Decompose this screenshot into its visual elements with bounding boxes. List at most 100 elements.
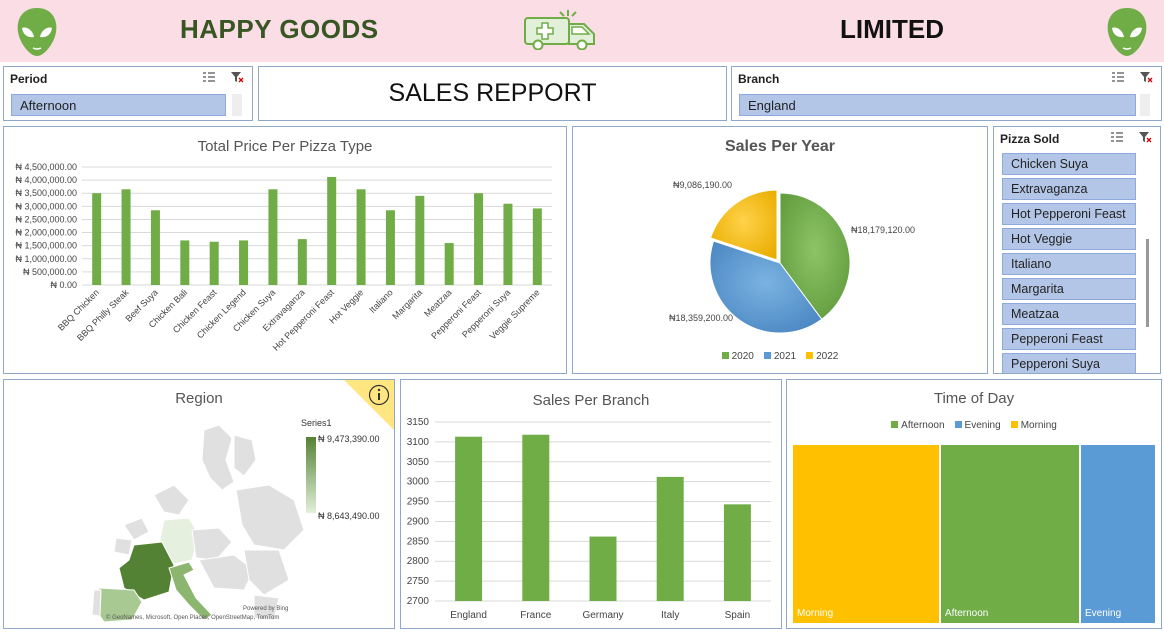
map-color-scale [306,437,316,513]
time-of-day-legend: Afternoon Evening Morning [787,420,1161,431]
bar-veggie-supreme [532,208,542,285]
y-tick-label: 2700 [407,596,430,607]
multi-select-icon[interactable] [1111,71,1125,83]
bar-chicken-suya [268,189,278,285]
bar-germany [589,536,617,601]
y-tick-label: ₦ 1,000,000.00 [15,254,77,264]
x-tick-label: Veggie Supreme [488,287,542,341]
dashboard-header: HAPPY GOODS LIMITED [0,0,1164,62]
clear-filter-icon[interactable] [230,71,244,83]
legend-item-2022: 2022 [806,351,838,362]
clear-filter-icon[interactable] [1139,71,1153,83]
slicer-toolbar [1110,131,1152,143]
bar-hot-pepperoni-feast [327,176,337,285]
pizza-sold-slicer[interactable]: Pizza Sold Chicken Suya Extravaganza Hot… [993,126,1161,374]
report-title: SALES REPPORT [258,66,727,121]
y-tick-label: 2750 [407,576,430,587]
slicer-scrollbar[interactable] [232,94,242,116]
slicer-scrollbar[interactable] [1140,94,1150,116]
bar-chicken-feast [209,241,219,285]
bar-beef-suya [150,210,160,285]
map-max-label: ₦ 9,473,390.00 [318,434,380,444]
branch-slicer[interactable]: Branch England [731,66,1162,121]
slicer-item-pepperoni-feast[interactable]: Pepperoni Feast [1002,328,1136,350]
time-of-day-title: Time of Day [933,390,1015,407]
info-icon[interactable] [368,384,390,406]
treemap-box-afternoon: Afternoon [941,445,1079,623]
time-of-day-panel: Time of Day Afternoon Evening Morning Mo… [786,379,1162,629]
slicer-item-chicken-suya[interactable]: Chicken Suya [1002,153,1136,175]
y-tick-label: ₦ 2,000,000.00 [15,228,77,238]
y-tick-label: 3050 [407,457,430,468]
bar-bbq-chicken [92,193,102,285]
bar-pepperoni-feast [474,193,484,285]
slicer-item-margarita[interactable]: Margarita [1002,278,1136,300]
period-slicer[interactable]: Period Afternoon [3,66,253,121]
branch-chart-title: Sales Per Branch [532,392,650,409]
bar-chicken-bali [180,240,190,285]
slicer-item-meatzaa[interactable]: Meatzaa [1002,303,1136,325]
x-tick-label: Italy [661,610,679,621]
slicer-item-afternoon[interactable]: Afternoon [11,94,226,116]
branch-bar-chart: 3150 3100 3050 3000 2950 2900 2850 2800 2750 2700… [407,417,771,621]
pizza-slicer-title: Pizza Sold [1000,132,1060,146]
europe-map [91,424,304,623]
bar-chicken-legend [239,240,249,285]
x-tick-label: BBQ Philly Steak [75,287,131,343]
bar-england [455,436,483,601]
multi-select-icon[interactable] [202,71,216,83]
x-tick-label: England [450,610,487,621]
y-tick-label: ₦ 3,500,000.00 [15,188,77,198]
map-powered-by: Powered by Bing [243,606,289,612]
bar-bbq-philly-steak [121,189,131,285]
brand-name-left: HAPPY GOODS [180,14,379,44]
period-slicer-title: Period [10,72,48,86]
bar-hot-veggie [356,189,366,285]
multi-select-icon[interactable] [1110,131,1124,143]
branch-chart-panel: Sales Per Branch 3150 3100 3050 3000 2950 290… [400,379,782,629]
region-map-panel: Region Series1 ₦ 9,473,390.00 ₦ 8,643,49… [3,379,395,629]
y-tick-label: 3100 [407,437,430,448]
bar-italiano [385,210,395,285]
alien-icon [1107,8,1147,56]
map-min-label: ₦ 8,643,490.00 [318,511,380,521]
y-tick-label: 3150 [407,417,430,428]
year-pie-panel: Sales Per Year ₦18,179,120.00 ₦18,359,20… [572,126,988,374]
y-tick-label: 2900 [407,516,430,527]
x-tick-label: Germany [582,610,623,621]
slicer-scrollbar-thumb[interactable] [1146,239,1149,327]
pizza-price-chart-panel: Total Price Per Pizza Type ₦ 4,500,000.0… [3,126,567,374]
x-tick-label: Italiano [367,287,395,315]
y-tick-label: 2950 [407,497,430,508]
clear-filter-icon[interactable] [1138,131,1152,143]
slicer-item-hot-veggie[interactable]: Hot Veggie [1002,228,1136,250]
x-tick-label: Margarita [390,287,424,321]
x-tick-label: Pepperoni Feast [429,287,483,341]
pie-label-2021: ₦18,359,200.00 [669,313,733,323]
x-tick-label: France [520,610,552,621]
legend-item-afternoon: Afternoon [891,420,945,431]
bar-france [522,434,550,601]
region-map-title: Region [175,390,223,407]
map-credits: © GeoNames, Microsoft, Open Places, Open… [106,615,280,621]
slicer-item-extravaganza[interactable]: Extravaganza [1002,178,1136,200]
y-tick-label: ₦ 4,500,000.00 [15,162,77,172]
year-pie-chart: ₦18,179,120.00 ₦18,359,200.00 ₦9,086,190… [669,180,915,334]
map-series-label: Series1 [301,418,332,428]
slicer-item-england[interactable]: England [739,94,1136,116]
y-tick-label: 2800 [407,556,430,567]
slicer-item-pepperoni-suya[interactable]: Pepperoni Suya [1002,353,1136,373]
slicer-item-italiano[interactable]: Italiano [1002,253,1136,275]
year-pie-title: Sales Per Year [724,138,836,155]
x-tick-label: Spain [725,610,751,621]
legend-item-evening: Evening [954,420,1001,431]
bar-pepperoni-suya [503,203,513,285]
y-tick-label: ₦ 1,500,000.00 [15,241,77,251]
slicer-item-hot-pepperoni-feast[interactable]: Hot Pepperoni Feast [1002,203,1136,225]
treemap-box-evening: Evening [1081,445,1155,623]
pie-label-2022: ₦9,086,190.00 [673,180,732,190]
slicer-toolbar [1111,71,1153,83]
legend-item-morning: Morning [1010,420,1057,431]
legend-item-2020: 2020 [721,351,754,362]
treemap-box-morning: Morning [793,445,939,623]
